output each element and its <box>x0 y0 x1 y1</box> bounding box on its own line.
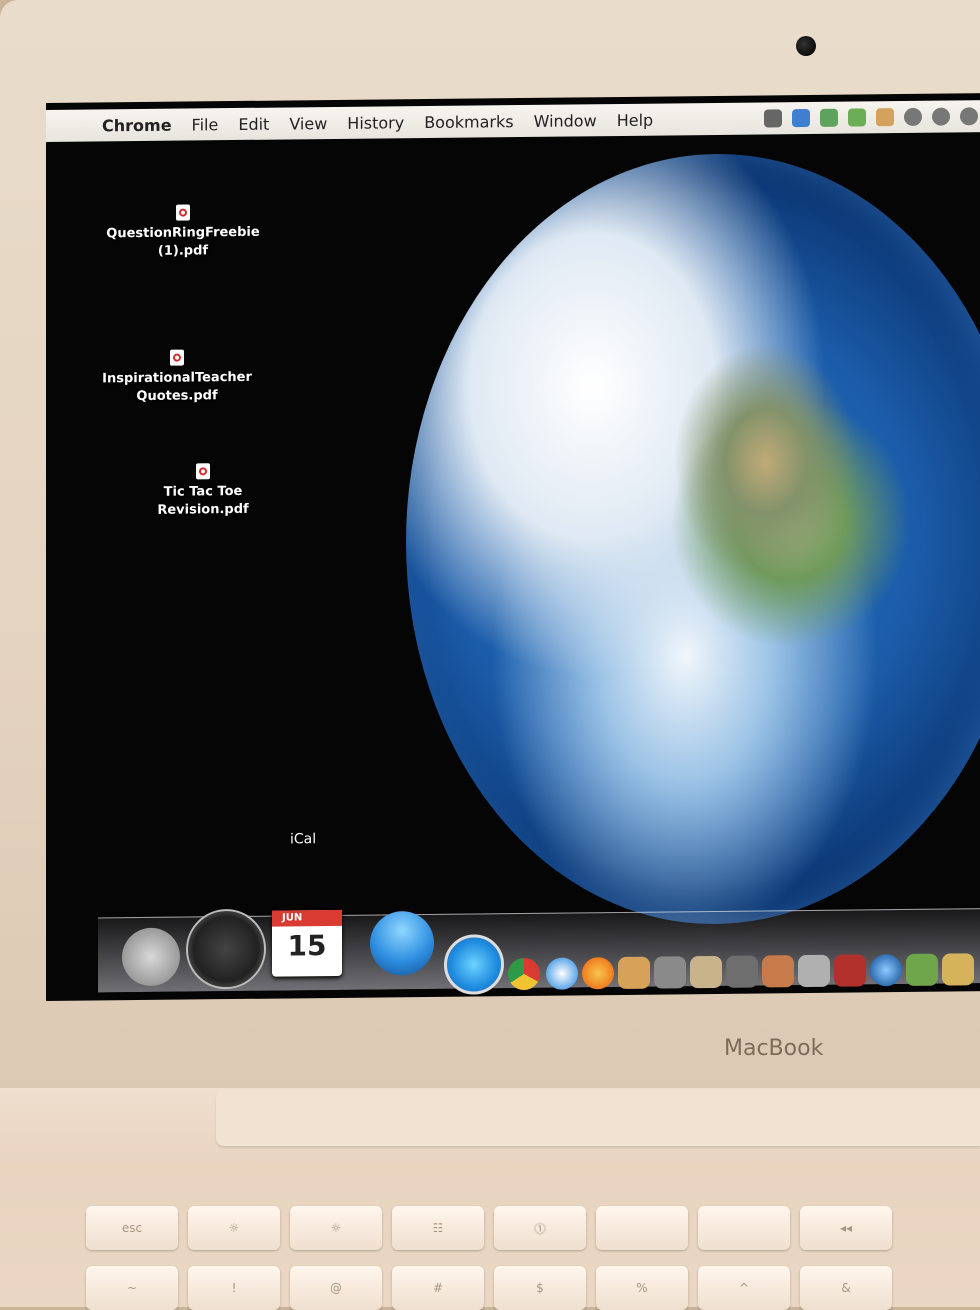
file-label-line2: (1).pdf <box>157 243 209 259</box>
laptop-bezel: Chrome File Edit View History Bookmarks … <box>0 0 980 1100</box>
key-f5[interactable] <box>596 1206 688 1250</box>
menu-bookmarks[interactable]: Bookmarks <box>424 112 513 132</box>
desktop-file-question-ring[interactable]: QuestionRingFreebie (1).pdf <box>98 204 268 262</box>
system-icon[interactable] <box>792 108 810 128</box>
chat-icon[interactable] <box>932 107 950 126</box>
menu-view[interactable]: View <box>289 114 327 133</box>
imovie-icon[interactable] <box>654 956 686 989</box>
contacts-icon[interactable] <box>370 910 434 976</box>
menu-history[interactable]: History <box>347 113 404 133</box>
key-f6[interactable] <box>698 1206 790 1250</box>
desktop-file-inspirational-teacher[interactable]: InspirationalTeacher Quotes.pdf <box>92 349 262 407</box>
menu-bar: Chrome File Edit View History Bookmarks … <box>46 100 980 142</box>
file-label-line1: Tic Tac Toe <box>163 483 243 500</box>
google-earth-icon[interactable] <box>870 954 902 987</box>
function-key-row: esc ☼ ☼ ☷ ⓵ ◂◂ <box>86 1206 892 1250</box>
key-ampersand[interactable]: & <box>800 1266 892 1310</box>
ical-day: 15 <box>287 929 327 963</box>
ical-month: JUN <box>272 909 342 927</box>
utility-icon[interactable] <box>726 955 758 988</box>
dock-hover-label: iCal <box>290 831 317 848</box>
key-esc[interactable]: esc <box>86 1206 178 1250</box>
menu-window[interactable]: Window <box>534 111 597 131</box>
garageband-icon[interactable] <box>618 956 650 990</box>
safari-icon[interactable] <box>546 957 578 990</box>
file-label-line2: Revision.pdf <box>157 501 249 518</box>
key-tilde[interactable]: ~ <box>86 1266 178 1310</box>
pdf-file-icon <box>176 204 190 221</box>
time-machine-icon[interactable] <box>960 107 978 126</box>
ical-icon[interactable]: JUN 15 <box>272 909 342 977</box>
key-hash[interactable]: # <box>392 1266 484 1310</box>
file-label-line1: InspirationalTeacher <box>102 369 252 387</box>
note-icon[interactable] <box>876 108 894 127</box>
sync-icon[interactable] <box>904 107 922 127</box>
menu-file[interactable]: File <box>192 115 219 134</box>
facetime-icon[interactable] <box>798 954 830 988</box>
photo-booth-icon[interactable] <box>834 954 866 987</box>
key-caret[interactable]: ^ <box>698 1266 790 1310</box>
key-f4[interactable]: ⓵ <box>494 1206 586 1250</box>
house-icon-2[interactable] <box>848 108 866 127</box>
key-f2[interactable]: ☼ <box>290 1206 382 1250</box>
launchpad-icon[interactable] <box>122 927 180 987</box>
key-f3[interactable]: ☷ <box>392 1206 484 1250</box>
evernote-icon[interactable] <box>906 953 938 986</box>
apple-menu-icon[interactable] <box>46 125 102 126</box>
key-percent[interactable]: % <box>596 1266 688 1310</box>
menu-help[interactable]: Help <box>617 110 653 129</box>
number-key-row: ~ ! @ # $ % ^ & <box>86 1266 892 1310</box>
iphoto-icon[interactable] <box>690 955 722 989</box>
firefox-icon[interactable] <box>582 957 614 990</box>
key-at[interactable]: @ <box>290 1266 382 1310</box>
hinge <box>216 1090 980 1146</box>
camera <box>796 36 816 56</box>
preview-icon[interactable] <box>942 953 974 986</box>
key-f1[interactable]: ☼ <box>188 1206 280 1250</box>
house-icon[interactable] <box>820 108 838 127</box>
file-label-line2: Quotes.pdf <box>136 388 218 405</box>
itunes-icon[interactable] <box>444 934 504 995</box>
menu-edit[interactable]: Edit <box>238 114 269 133</box>
key-f7[interactable]: ◂◂ <box>800 1206 892 1250</box>
pdf-file-icon <box>196 463 210 480</box>
file-label-line1: QuestionRingFreebie <box>106 224 260 242</box>
status-tray <box>764 107 980 128</box>
screen: Chrome File Edit View History Bookmarks … <box>46 93 980 1001</box>
menu-app-chrome[interactable]: Chrome <box>102 115 172 135</box>
key-exclamation[interactable]: ! <box>188 1266 280 1310</box>
brand-label: MacBook <box>724 1036 824 1061</box>
earth-wallpaper <box>406 150 980 928</box>
chrome-icon[interactable] <box>508 957 540 991</box>
presentation-icon[interactable] <box>762 955 794 988</box>
eject-icon[interactable] <box>764 109 782 128</box>
key-dollar[interactable]: $ <box>494 1266 586 1310</box>
desktop-file-tic-tac-toe[interactable]: Tic Tac Toe Revision.pdf <box>118 462 288 520</box>
pdf-file-icon <box>170 349 184 366</box>
